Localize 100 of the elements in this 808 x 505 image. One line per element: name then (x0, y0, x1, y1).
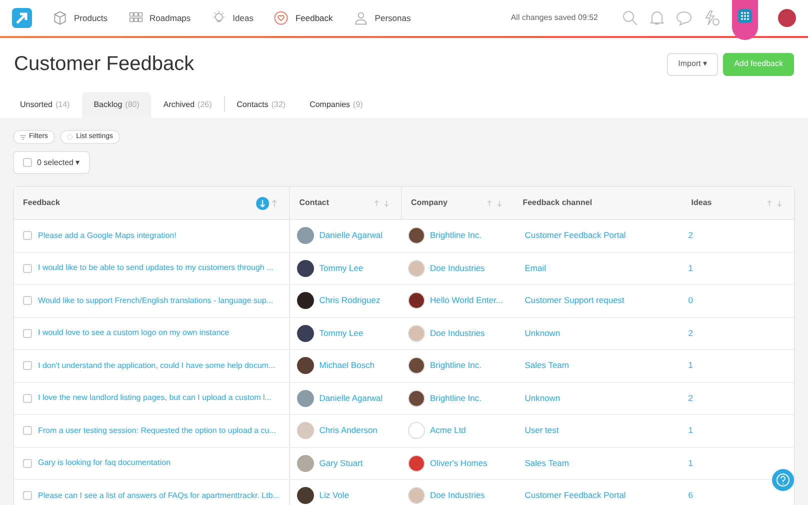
company-link[interactable]: Brightline Inc. (430, 359, 482, 372)
user-avatar[interactable] (778, 9, 796, 27)
avatar (297, 487, 314, 504)
filter-icon (20, 134, 26, 140)
avatar (297, 227, 314, 244)
avatar (297, 390, 314, 407)
company-logo (408, 292, 425, 310)
feedback-link[interactable]: From a user testing session: Requested the option to upload a cu... (38, 424, 276, 437)
avatar (297, 324, 314, 342)
tab[interactable]: Backlog (80) (82, 92, 152, 118)
feedback-link[interactable]: I don't understand the application, could I have some help docum... (38, 360, 276, 372)
checkbox[interactable] (23, 491, 32, 500)
feedback-link[interactable]: I love the new landlord listing pages, but can I upload a custom l... (38, 392, 272, 404)
channel-text: User test (524, 425, 559, 436)
feedback-link[interactable]: Please can I see a list of answers of FAQs for apartmenttrackr. Ltb... (38, 490, 280, 502)
apps-button[interactable] (732, 0, 758, 40)
nav-link[interactable]: Products (52, 10, 108, 26)
ideas-count[interactable]: 1 (688, 425, 694, 436)
feedback-link[interactable]: I would love to see a custom logo on my own instance (38, 327, 230, 340)
save-status: All changes saved 09:52 (510, 12, 598, 24)
company-logo (408, 324, 425, 342)
feedback-link[interactable]: Gary is looking for faq documentation (38, 457, 171, 470)
contact-link[interactable]: Chris Anderson (319, 424, 378, 438)
company-link[interactable]: Brightline Inc. (430, 229, 482, 242)
channel-text: Unknown (524, 328, 560, 338)
add-feedback-button[interactable]: Add feedback (723, 52, 794, 76)
channel-text: Sales Team (524, 458, 569, 468)
checkbox[interactable] (23, 394, 32, 403)
checkbox[interactable] (23, 264, 32, 273)
channel-text: Unknown (524, 392, 560, 403)
contact-link[interactable]: Liz Vole (319, 489, 350, 502)
avatar (297, 454, 314, 472)
grid-icon (738, 9, 752, 23)
channel-text: Customer Feedback Portal (524, 230, 626, 240)
company-logo (408, 227, 425, 244)
logo-icon[interactable] (12, 8, 32, 28)
contact-link[interactable]: Danielle Agarwal (319, 392, 383, 405)
company-link[interactable]: Doe Industries (430, 326, 485, 340)
checkbox[interactable] (23, 426, 32, 436)
avatar (297, 357, 314, 374)
column-header[interactable]: Contact (299, 197, 372, 209)
search-icon[interactable] (622, 10, 638, 26)
column-header[interactable]: Feedback channel (522, 197, 674, 209)
contact-link[interactable]: Michael Bosch (319, 359, 375, 372)
bell-icon[interactable] (650, 10, 664, 26)
feedback-link[interactable]: I would like to be able to send updates to my customers through ... (38, 262, 274, 274)
nav-link[interactable]: Roadmaps (128, 10, 191, 26)
checkbox[interactable] (23, 328, 32, 338)
channel-text: Sales Team (524, 360, 569, 370)
lightning-icon[interactable] (704, 10, 720, 26)
avatar (297, 260, 314, 277)
contact-link[interactable]: Gary Stuart (319, 456, 363, 470)
company-logo (408, 422, 425, 440)
ideas-count[interactable]: 0 (688, 295, 694, 306)
ideas-count[interactable]: 1 (688, 262, 694, 273)
feedback-link[interactable]: Would like to support French/English translations - language sup... (38, 294, 274, 307)
ideas-count[interactable]: 2 (688, 392, 694, 403)
nav-link[interactable]: Feedback (273, 10, 333, 26)
column-header[interactable]: Ideas (691, 197, 766, 209)
avatar (297, 422, 314, 440)
contact-link[interactable]: Chris Rodriguez (319, 294, 380, 308)
ideas-count[interactable]: 2 (688, 328, 694, 338)
channel-text: Email (524, 262, 546, 273)
nav-link[interactable]: Ideas (210, 10, 254, 26)
chat-icon[interactable] (676, 10, 692, 26)
company-logo (408, 390, 425, 407)
ideas-count[interactable]: 2 (688, 230, 694, 240)
channel-text: Customer Feedback Portal (524, 490, 626, 500)
checkbox[interactable] (23, 361, 32, 370)
column-header[interactable]: Company (410, 197, 485, 209)
nav-link[interactable]: Personas (352, 10, 411, 26)
company-link[interactable]: Hello World Enter... (430, 294, 504, 308)
contact-link[interactable]: Tommy Lee (319, 326, 364, 340)
ideas-count[interactable]: 1 (688, 458, 694, 468)
company-logo (408, 357, 425, 374)
contact-link[interactable]: Tommy Lee (319, 262, 364, 275)
channel-text: Customer Support request (524, 295, 624, 306)
help-icon (776, 473, 790, 487)
company-logo (408, 454, 425, 472)
box-icon (52, 10, 68, 26)
checkbox[interactable] (23, 458, 32, 468)
contact-link[interactable]: Danielle Agarwal (319, 229, 383, 242)
import-button[interactable]: Import ▾ (667, 52, 718, 76)
company-link[interactable]: Acme Ltd (430, 424, 466, 438)
company-logo (408, 260, 425, 277)
company-link[interactable]: Brightline Inc. (430, 392, 482, 405)
checkbox[interactable] (23, 231, 32, 240)
page-title: Customer Feedback (14, 52, 196, 77)
column-header[interactable]: Feedback (23, 197, 256, 209)
person-icon (352, 10, 369, 26)
ideas-count[interactable]: 1 (688, 360, 694, 370)
checkbox[interactable] (23, 296, 32, 306)
company-link[interactable]: Doe Industries (430, 262, 485, 275)
selection-dropdown[interactable]: 0 selected ▾ (13, 151, 90, 174)
company-link[interactable]: Doe Industries (430, 489, 485, 502)
avatar (297, 292, 314, 310)
checkbox[interactable] (23, 158, 32, 167)
ideas-count[interactable]: 6 (688, 490, 694, 500)
company-link[interactable]: Oliver's Homes (430, 456, 488, 470)
feedback-link[interactable]: Please add a Google Maps integration! (38, 230, 176, 242)
